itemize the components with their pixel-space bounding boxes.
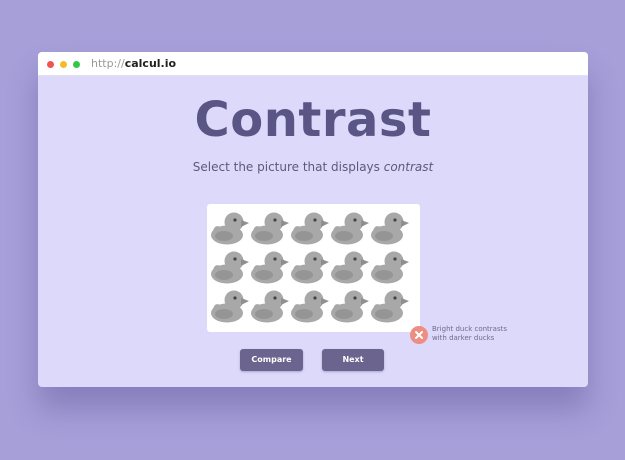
duck-image — [211, 212, 249, 245]
duck-image — [211, 290, 249, 323]
duck-image — [251, 290, 289, 323]
duck-image — [251, 212, 289, 245]
duck-image — [371, 290, 409, 323]
duck-grid — [210, 208, 416, 328]
feedback-line-2: with darker ducks — [432, 334, 495, 342]
duck-image — [291, 290, 329, 323]
error-x-icon — [410, 326, 428, 344]
feedback-text: Bright duck contrasts with darker ducks — [432, 325, 572, 343]
page-title: Contrast — [194, 92, 432, 148]
feedback-message: Bright duck contrasts with darker ducks — [408, 324, 578, 348]
duck-image — [331, 290, 369, 323]
duck-image — [371, 212, 409, 245]
browser-titlebar: http://calcul.io — [38, 52, 588, 76]
instruction-text: Select the picture that displays contras… — [38, 160, 588, 174]
url-protocol: http:// — [91, 57, 125, 70]
duck-image — [331, 212, 369, 245]
address-bar[interactable]: http://calcul.io — [91, 56, 176, 72]
minimize-window-dot[interactable] — [60, 61, 67, 68]
close-window-dot[interactable] — [47, 61, 54, 68]
browser-window: http://calcul.io Contrast Select the pic… — [38, 52, 588, 387]
duck-image — [331, 251, 369, 284]
duck-image — [291, 251, 329, 284]
compare-button[interactable]: Compare — [240, 349, 303, 371]
url-host: calcul.io — [124, 57, 177, 70]
duck-image — [371, 251, 409, 284]
instruction-prefix: Select the picture that displays — [192, 160, 384, 174]
duck-picture-option[interactable] — [207, 204, 420, 332]
duck-image — [211, 251, 249, 284]
instruction-emphasis: contrast — [383, 160, 434, 174]
duck-image — [291, 212, 329, 245]
next-button[interactable]: Next — [322, 349, 384, 371]
maximize-window-dot[interactable] — [73, 61, 80, 68]
duck-image — [251, 251, 289, 284]
feedback-line-1: Bright duck contrasts — [432, 325, 508, 333]
